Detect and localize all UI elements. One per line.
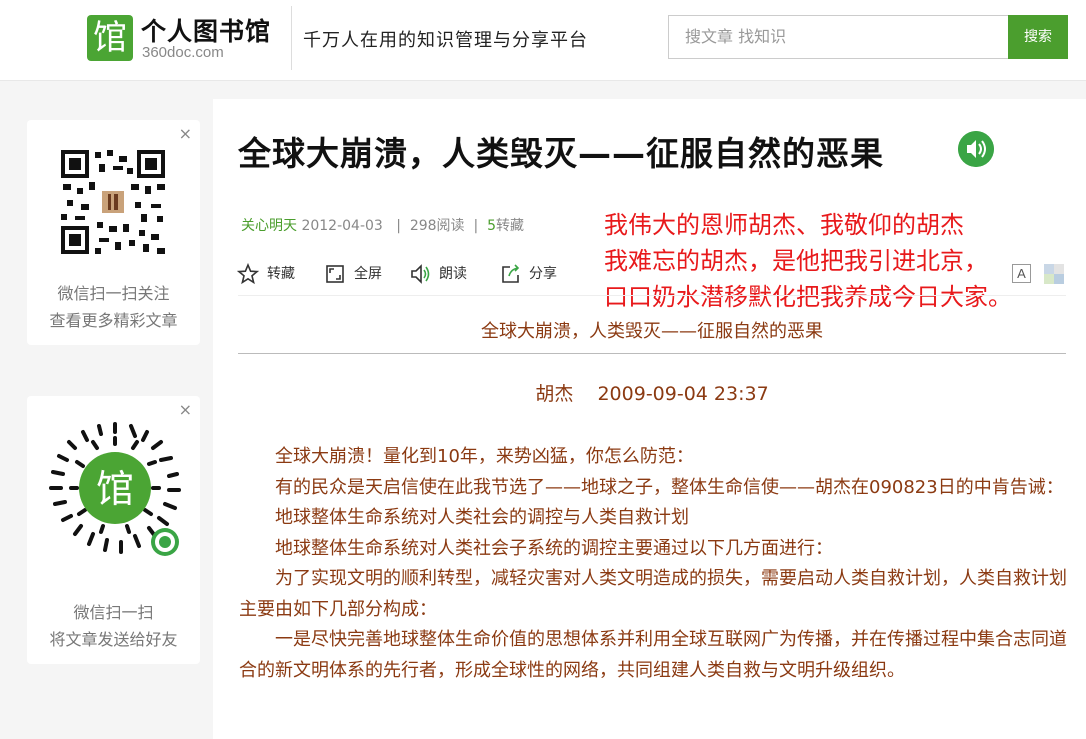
- wechat-follow-card: × 微信扫一扫关注 查看更多精彩文章: [27, 120, 200, 345]
- favorite-count: 5: [487, 218, 496, 234]
- fullscreen-icon: [326, 265, 344, 283]
- card-caption-line1: 微信扫一扫关注: [57, 284, 170, 303]
- speaker-icon[interactable]: [958, 131, 994, 167]
- svg-text:馆: 馆: [96, 467, 134, 511]
- article-byline: 胡杰 2009-09-04 23:37: [535, 383, 769, 405]
- site-logo[interactable]: 馆: [87, 15, 133, 61]
- overlay-line: 我难忘的胡杰，是他把我引进北京，: [604, 247, 988, 275]
- search-input[interactable]: 搜文章 找知识: [668, 15, 1008, 59]
- site-name[interactable]: 个人图书馆: [141, 12, 271, 48]
- mini-program-code-icon: 馆: [49, 422, 181, 556]
- favorite-count-label: 转藏: [496, 218, 524, 234]
- subtitle-divider: [238, 353, 1066, 354]
- meta-separator: |: [396, 218, 401, 234]
- body-paragraph: 全球大崩溃！量化到10年，来势凶猛，你怎么防范：: [275, 446, 694, 467]
- article-subtitle: 全球大崩溃，人类毁灭——征服自然的恶果: [481, 321, 823, 342]
- article-body: 全球大崩溃！量化到10年，来势凶猛，你怎么防范： 有的民众是天启信使在此我节选了…: [239, 442, 1067, 686]
- font-size-button[interactable]: A: [1012, 264, 1031, 283]
- publish-date: 2012-04-03: [301, 218, 383, 234]
- logo-glyph: 馆: [93, 18, 127, 58]
- close-icon[interactable]: ×: [179, 124, 192, 143]
- read-aloud-label: 朗读: [439, 266, 467, 282]
- sound-icon: [411, 264, 430, 284]
- site-header: 馆 个人图书馆 360doc.com 千万人在用的知识管理与分享平台 搜文章 找…: [0, 0, 1086, 81]
- site-slogan: 千万人在用的知识管理与分享平台: [303, 30, 588, 51]
- overlay-red-text: 我伟大的恩师胡杰、我敬仰的胡杰 我难忘的胡杰，是他把我引进北京， 口口奶水潜移默…: [604, 207, 1044, 315]
- meta-separator: |: [473, 218, 479, 234]
- search-button[interactable]: 搜索: [1008, 15, 1068, 59]
- theme-switch-icon[interactable]: [1044, 264, 1064, 284]
- star-icon: [237, 263, 259, 285]
- body-paragraph: 一是尽快完善地球整体生命价值的思想体系并利用全球互联网广为传播，并在传播过程中集…: [239, 629, 1067, 681]
- favorite-label: 转藏: [267, 266, 295, 282]
- overlay-line: 口口奶水潜移默化把我养成今日大家。: [604, 283, 1012, 311]
- fullscreen-label: 全屏: [354, 266, 382, 282]
- card-caption-line1: 微信扫一扫: [73, 603, 154, 622]
- body-paragraph: 为了实现文明的顺利转型，减轻灾害对人类文明造成的损失，需要启动人类自救计划，人类…: [239, 568, 1067, 620]
- share-icon: [502, 264, 520, 283]
- body-paragraph: 地球整体生命系统对人类社会子系统的调控主要通过以下几方面进行：: [275, 537, 833, 559]
- header-divider: [291, 6, 292, 70]
- body-paragraph: 地球整体生命系统对人类社会的调控与人类自救计划: [275, 507, 689, 528]
- qr-code-icon: [59, 148, 167, 256]
- article-meta: 关心明天 2012-04-03 | 298阅读 | 5转藏: [241, 215, 524, 235]
- close-icon[interactable]: ×: [179, 400, 192, 419]
- card-caption-line2: 查看更多精彩文章: [49, 311, 178, 330]
- article-title: 全球大崩溃，人类毁灭——征服自然的恶果: [238, 134, 884, 173]
- share-label: 分享: [529, 266, 557, 282]
- site-domain: 360doc.com: [142, 44, 224, 61]
- read-count: 298阅读: [409, 218, 465, 234]
- overlay-line: 我伟大的恩师胡杰、我敬仰的胡杰: [604, 211, 964, 239]
- wechat-share-card: × 馆 微信扫一扫 将文章发送给好友: [27, 396, 200, 664]
- body-paragraph: 有的民众是天启信使在此我节选了——地球之子，整体生命信使——胡杰在090823日…: [275, 476, 1064, 498]
- toolbar-divider: [238, 295, 1066, 296]
- card-caption-line2: 将文章发送给好友: [49, 630, 178, 649]
- article-panel: 全球大崩溃，人类毁灭——征服自然的恶果 关心明天 2012-04-03 | 29…: [213, 99, 1086, 739]
- author-link[interactable]: 关心明天: [241, 218, 297, 234]
